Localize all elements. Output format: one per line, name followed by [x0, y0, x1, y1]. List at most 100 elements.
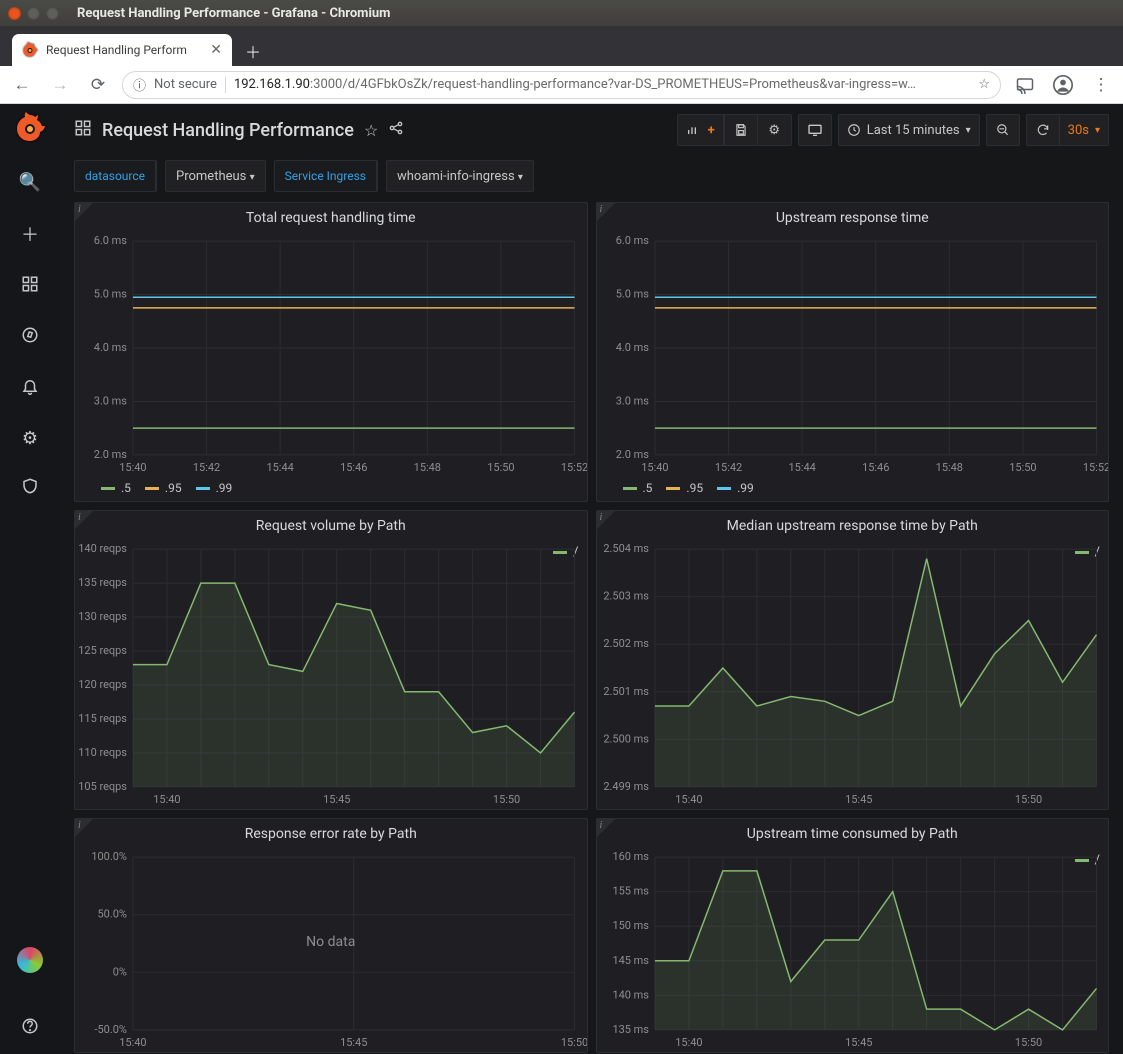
panel-plot[interactable]: 2.0 ms3.0 ms4.0 ms5.0 ms6.0 ms15:4015:42…: [597, 233, 1109, 477]
legend-label[interactable]: .99: [216, 481, 233, 495]
variable-datasource-value[interactable]: Prometheus ▾: [165, 160, 266, 192]
svg-text:15:50: 15:50: [1009, 461, 1036, 474]
address-bar[interactable]: ⓘ Not secure 192.168.1.90:3000/d/4GFbkOs…: [122, 71, 1001, 99]
window-maximize-icon[interactable]: [46, 7, 59, 20]
svg-text:150 ms: 150 ms: [612, 919, 649, 932]
svg-text:15:52: 15:52: [1082, 461, 1108, 474]
window-minimize-icon[interactable]: [27, 7, 40, 20]
star-icon[interactable]: ☆: [978, 77, 990, 92]
browser-tab[interactable]: Request Handling Perform ✕: [12, 34, 232, 66]
settings-button[interactable]: ⚙: [758, 114, 792, 146]
tv-mode-button[interactable]: [798, 114, 832, 146]
divider: [225, 77, 226, 93]
panel-upstream-response-time[interactable]: Upstream response time 2.0 ms3.0 ms4.0 m…: [596, 202, 1110, 502]
chevron-down-icon: ▾: [250, 172, 255, 183]
panel-plot[interactable]: 2.0 ms3.0 ms4.0 ms5.0 ms6.0 ms15:4015:42…: [75, 233, 587, 477]
panel-upstream-time-consumed[interactable]: Upstream time consumed by Path / 135 ms1…: [596, 818, 1110, 1053]
search-icon[interactable]: 🔍: [19, 172, 41, 193]
panel-plot[interactable]: 105 reqps110 reqps115 reqps120 reqps125 …: [75, 541, 587, 809]
panel-title: Total request handling time: [75, 203, 587, 233]
new-tab-button[interactable]: ＋: [238, 36, 268, 66]
svg-text:15:45: 15:45: [323, 793, 350, 806]
legend-label[interactable]: .5: [121, 481, 131, 495]
refresh-interval-picker[interactable]: 30s ▾: [1060, 114, 1109, 146]
help-icon[interactable]: [21, 1017, 39, 1040]
grafana-logo-icon[interactable]: [14, 112, 46, 144]
panel-info-icon[interactable]: [597, 511, 615, 529]
panel-request-volume[interactable]: Request volume by Path / 105 reqps110 re…: [74, 510, 588, 810]
zoom-out-button[interactable]: [986, 114, 1020, 146]
tab-close-icon[interactable]: ✕: [210, 42, 222, 58]
plus-icon[interactable]: ＋: [21, 221, 39, 247]
alert-icon[interactable]: [21, 377, 39, 400]
star-icon[interactable]: ☆: [364, 121, 378, 140]
os-titlebar: Request Handling Performance - Grafana -…: [0, 0, 1123, 26]
panel-error-rate[interactable]: Response error rate by Path -50.0%0%50.0…: [74, 818, 588, 1053]
add-panel-button[interactable]: +: [677, 114, 724, 146]
svg-text:15:42: 15:42: [714, 461, 741, 474]
refresh-button[interactable]: [1026, 114, 1060, 146]
panel-info-icon[interactable]: [75, 511, 93, 529]
dashboards-grid-icon[interactable]: [74, 119, 92, 141]
svg-text:15:46: 15:46: [862, 461, 889, 474]
svg-text:6.0 ms: 6.0 ms: [615, 234, 649, 247]
time-range-picker[interactable]: Last 15 minutes ▾: [838, 114, 980, 146]
legend-label[interactable]: .5: [643, 481, 653, 495]
reload-button[interactable]: ⟳: [84, 71, 112, 99]
legend-label[interactable]: .95: [165, 481, 182, 495]
panel-info-icon[interactable]: [597, 819, 615, 837]
svg-text:5.0 ms: 5.0 ms: [94, 288, 128, 301]
browser-toolbar: ← → ⟳ ⓘ Not secure 192.168.1.90:3000/d/4…: [0, 66, 1123, 104]
dashboards-icon[interactable]: [21, 275, 39, 298]
panel-plot[interactable]: 2.499 ms2.500 ms2.501 ms2.502 ms2.503 ms…: [597, 541, 1109, 809]
svg-text:2.0 ms: 2.0 ms: [615, 448, 649, 461]
variable-value: whoami-info-ingress: [397, 169, 515, 184]
variable-label: Service Ingress: [275, 161, 377, 191]
panel-plot[interactable]: -50.0%0%50.0%100.0%15:4015:4515:50 No da…: [75, 849, 587, 1052]
browser-tabstrip: Request Handling Perform ✕ ＋: [0, 26, 1123, 66]
cast-icon[interactable]: [1011, 71, 1039, 99]
profile-icon[interactable]: [1049, 71, 1077, 99]
panel-info-icon[interactable]: [75, 203, 93, 221]
forward-button[interactable]: →: [46, 71, 74, 99]
panel-info-icon[interactable]: [597, 203, 615, 221]
svg-text:125 reqps: 125 reqps: [78, 644, 127, 657]
shield-icon[interactable]: [21, 477, 39, 500]
panel-median-upstream[interactable]: Median upstream response time by Path / …: [596, 510, 1110, 810]
svg-text:2.0 ms: 2.0 ms: [94, 448, 128, 461]
os-window-title: Request Handling Performance - Grafana -…: [77, 6, 390, 21]
user-avatar[interactable]: [17, 947, 43, 973]
menu-icon[interactable]: ⋮: [1087, 71, 1115, 99]
variable-service-ingress[interactable]: Service Ingress: [274, 160, 378, 192]
tab-title: Request Handling Perform: [46, 43, 187, 57]
share-icon[interactable]: [388, 120, 404, 140]
site-info-icon[interactable]: ⓘ: [133, 75, 146, 94]
svg-text:15:50: 15:50: [1014, 793, 1041, 806]
svg-text:15:48: 15:48: [414, 461, 441, 474]
window-close-icon[interactable]: [8, 7, 21, 20]
panel-total-request-time[interactable]: Total request handling time 2.0 ms3.0 ms…: [74, 202, 588, 502]
svg-text:15:40: 15:40: [641, 461, 668, 474]
save-button[interactable]: [724, 114, 758, 146]
svg-text:15:44: 15:44: [788, 461, 815, 474]
explore-icon[interactable]: [21, 326, 39, 349]
svg-text:15:40: 15:40: [153, 793, 180, 806]
gear-icon[interactable]: ⚙: [22, 428, 38, 449]
svg-text:135 ms: 135 ms: [612, 1023, 649, 1036]
variable-service-ingress-value[interactable]: whoami-info-ingress ▾: [386, 160, 534, 192]
panel-info-icon[interactable]: [75, 819, 93, 837]
svg-text:2.499 ms: 2.499 ms: [603, 780, 649, 793]
panel-title: Upstream time consumed by Path: [597, 819, 1109, 849]
panel-title: Response error rate by Path: [75, 819, 587, 849]
svg-text:120 reqps: 120 reqps: [78, 678, 127, 691]
panel-plot[interactable]: 135 ms140 ms145 ms150 ms155 ms160 ms15:4…: [597, 849, 1109, 1052]
svg-text:130 reqps: 130 reqps: [78, 610, 127, 623]
svg-text:15:45: 15:45: [340, 1036, 367, 1049]
chevron-down-icon: ▾: [518, 172, 523, 183]
variable-datasource[interactable]: datasource: [74, 160, 157, 192]
svg-text:15:48: 15:48: [935, 461, 962, 474]
legend-label[interactable]: .95: [686, 481, 703, 495]
back-button[interactable]: ←: [8, 71, 36, 99]
svg-text:155 ms: 155 ms: [612, 885, 649, 898]
legend-label[interactable]: .99: [737, 481, 754, 495]
